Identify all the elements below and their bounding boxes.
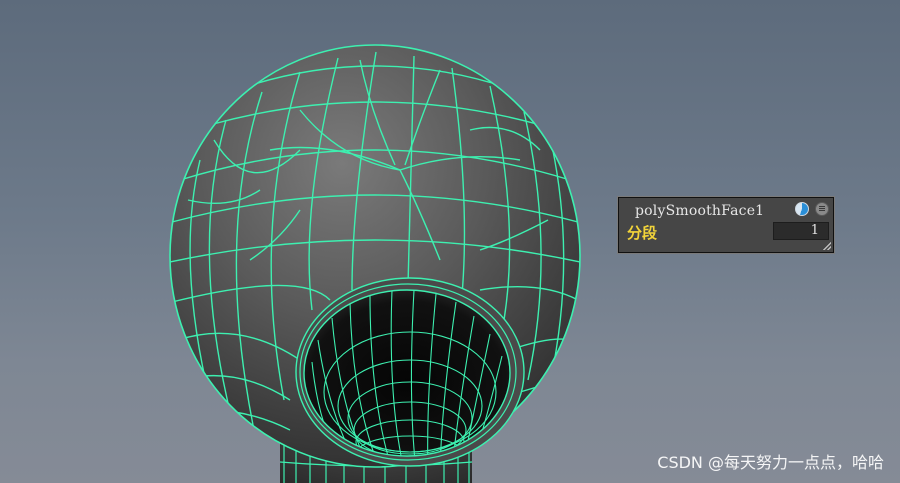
display-mode-icon[interactable]	[795, 202, 809, 216]
attribute-value-field[interactable]: 1	[773, 222, 829, 240]
node-name-label[interactable]: polySmoothFace1	[635, 203, 764, 219]
menu-icon[interactable]	[815, 202, 829, 216]
attribute-row-divisions: 分段 1	[621, 222, 831, 243]
resize-grip-icon[interactable]	[823, 242, 831, 250]
watermark-text: CSDN @每天努力一点点，哈哈	[657, 453, 884, 472]
hud-title-row: polySmoothFace1	[619, 198, 833, 222]
attribute-label[interactable]: 分段	[627, 222, 657, 243]
node-hud-panel[interactable]: polySmoothFace1 分段 1	[618, 197, 834, 253]
